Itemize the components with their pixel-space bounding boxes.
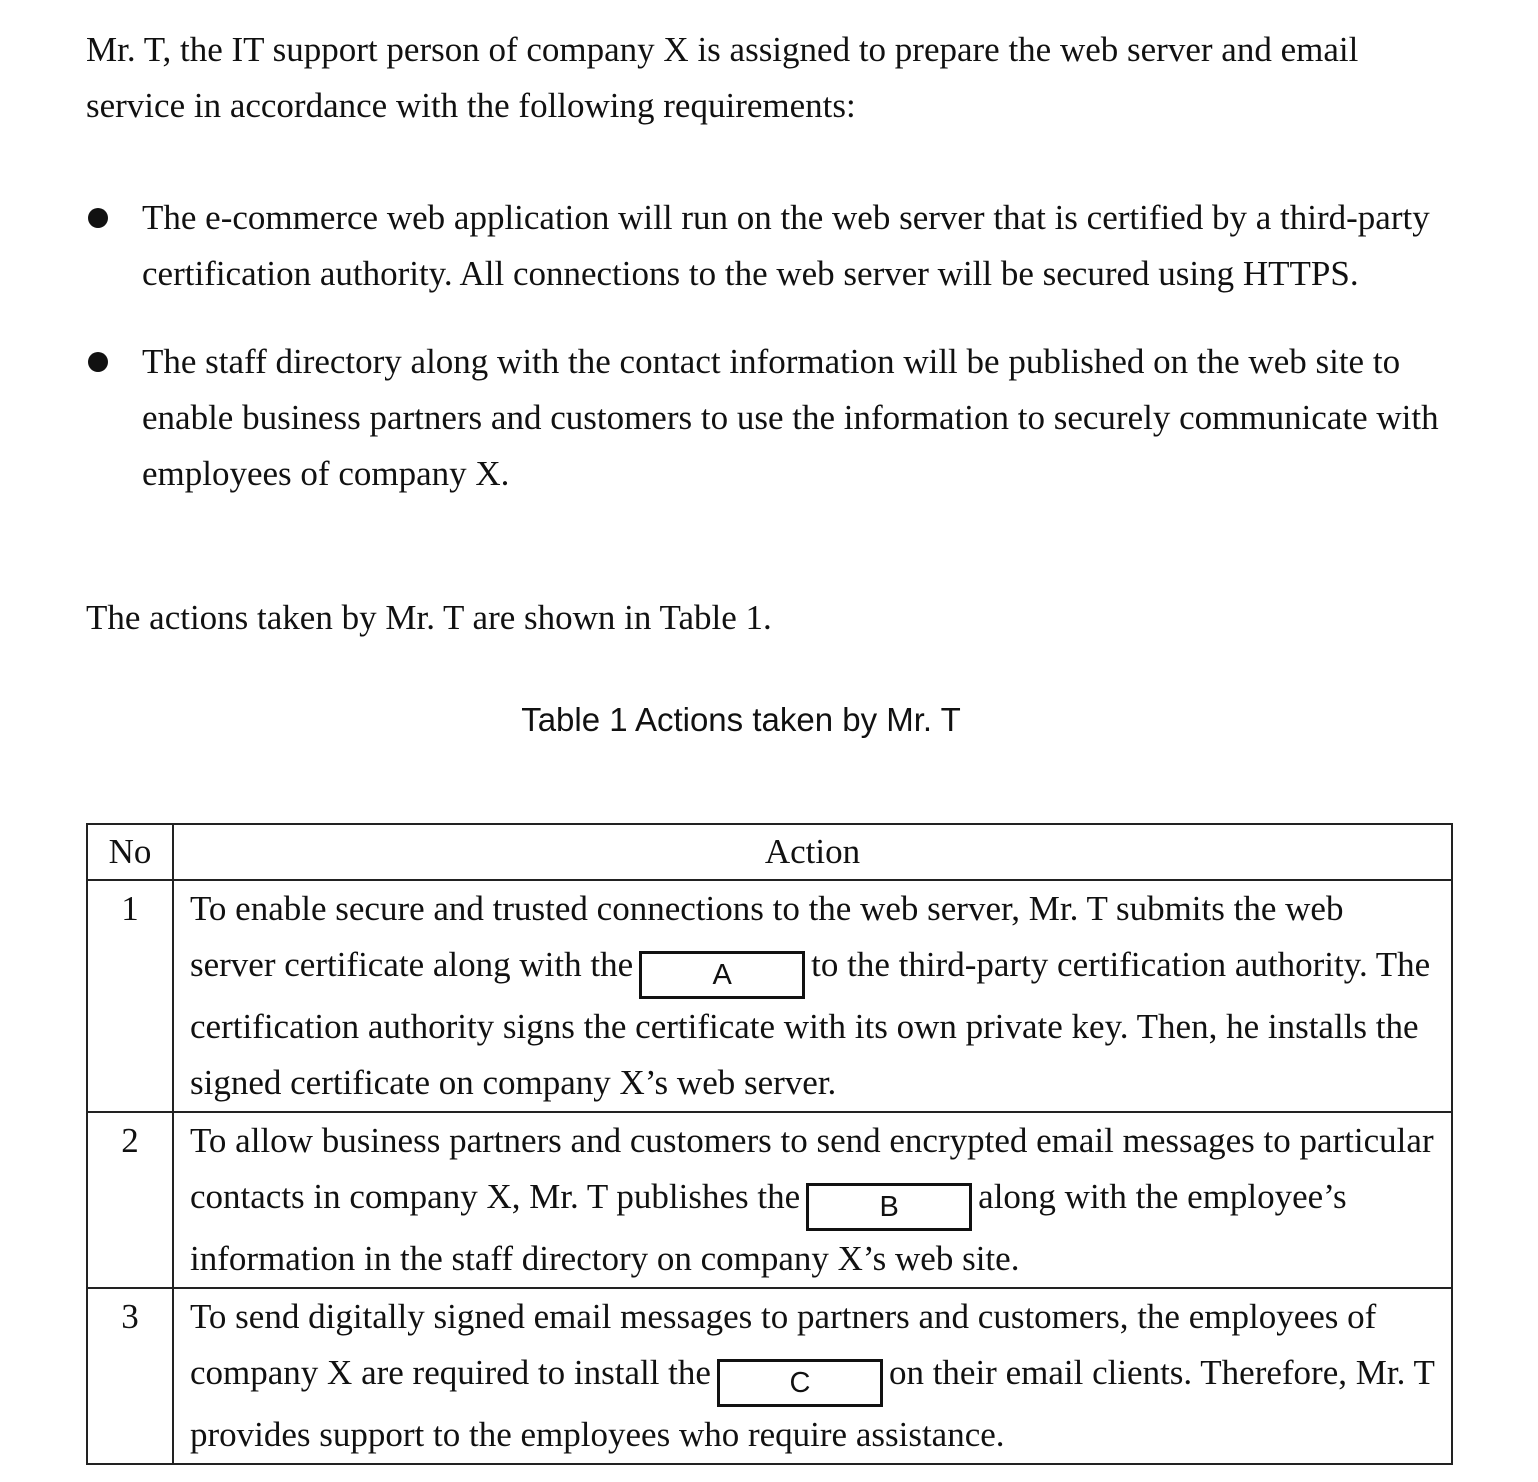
table-header-row: No Action (86, 823, 1453, 881)
bullet-icon (88, 352, 108, 372)
table-row: 1 To enable secure and trusted connectio… (86, 879, 1453, 1113)
table-intro: The actions taken by Mr. T are shown in … (86, 598, 772, 637)
answer-blank-a: A (639, 951, 806, 999)
requirements-list: The e-commerce web application will run … (86, 190, 1466, 502)
answer-blank-c: C (716, 1359, 883, 1407)
column-header-action: Action (172, 823, 1453, 881)
action-cell: To enable secure and trusted connections… (172, 879, 1453, 1113)
table-caption: Table 1 Actions taken by Mr. T (521, 701, 961, 738)
document-body: Mr. T, the IT support person of company … (86, 22, 1466, 742)
action-cell: To send digitally signed email messages … (172, 1287, 1453, 1465)
bullet-icon (88, 208, 108, 228)
table-row: 3 To send digitally signed email message… (86, 1287, 1453, 1465)
requirement-item: The e-commerce web application will run … (86, 190, 1452, 302)
row-number: 2 (86, 1111, 174, 1289)
answer-blank-b: B (806, 1183, 973, 1231)
actions-table: No Action 1 To enable secure and trusted… (86, 823, 1453, 1465)
column-header-no: No (86, 823, 174, 881)
row-number: 3 (86, 1287, 174, 1465)
intro-paragraph: Mr. T, the IT support person of company … (86, 30, 1359, 125)
requirement-item: The staff directory along with the conta… (86, 334, 1452, 502)
requirement-text: The staff directory along with the conta… (142, 342, 1439, 493)
row-number: 1 (86, 879, 174, 1113)
requirement-text: The e-commerce web application will run … (142, 198, 1430, 293)
table-row: 2 To allow business partners and custome… (86, 1111, 1453, 1289)
action-cell: To allow business partners and customers… (172, 1111, 1453, 1289)
